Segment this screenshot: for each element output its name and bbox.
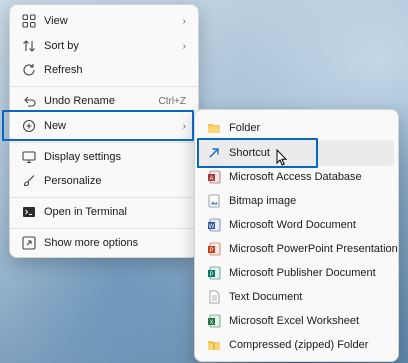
menu-separator	[10, 228, 198, 229]
menu-item-label: Display settings	[44, 151, 122, 163]
powerpoint-icon: P	[203, 238, 225, 260]
submenu-item-access[interactable]: A Microsoft Access Database	[199, 164, 394, 190]
terminal-icon	[18, 201, 40, 223]
submenu-item-shortcut[interactable]: Shortcut	[199, 140, 394, 166]
menu-item-label: Sort by	[44, 40, 79, 52]
submenu-item-label: Microsoft PowerPoint Presentation	[229, 243, 398, 255]
menu-item-refresh[interactable]: Refresh	[14, 57, 194, 83]
submenu-item-word[interactable]: W Microsoft Word Document	[199, 212, 394, 238]
zip-folder-icon	[203, 334, 225, 356]
brush-icon	[18, 170, 40, 192]
add-circle-icon	[18, 115, 40, 137]
menu-item-label: Personalize	[44, 175, 102, 187]
view-grid-icon	[18, 10, 40, 32]
menu-item-open-in-terminal[interactable]: Open in Terminal	[14, 199, 194, 225]
menu-separator	[10, 142, 198, 143]
submenu-item-powerpoint[interactable]: P Microsoft PowerPoint Presentation	[199, 236, 398, 262]
submenu-item-label: Bitmap image	[229, 195, 297, 207]
submenu-item-label: Shortcut	[229, 147, 270, 159]
menu-item-display-settings[interactable]: Display settings	[14, 144, 194, 170]
word-icon: W	[203, 214, 225, 236]
access-icon: A	[203, 166, 225, 188]
menu-item-show-more-options[interactable]: Show more options	[14, 230, 194, 256]
menu-item-label: Undo Rename	[44, 95, 115, 107]
menu-item-view[interactable]: View ›	[14, 8, 194, 34]
publisher-icon: P	[203, 262, 225, 284]
sort-icon	[18, 35, 40, 57]
submenu-item-text-document[interactable]: Text Document	[199, 284, 394, 310]
svg-text:X: X	[209, 320, 213, 326]
chevron-right-icon: ›	[182, 15, 186, 27]
svg-text:W: W	[209, 224, 215, 230]
display-icon	[18, 146, 40, 168]
shortcut-arrow-icon	[203, 142, 225, 164]
menu-item-undo-rename[interactable]: Undo Rename Ctrl+Z	[14, 88, 194, 114]
submenu-item-label: Text Document	[229, 291, 303, 303]
undo-icon	[18, 90, 40, 112]
submenu-item-zip-folder[interactable]: Compressed (zipped) Folder	[199, 332, 394, 358]
submenu-item-publisher[interactable]: P Microsoft Publisher Document	[199, 260, 394, 286]
submenu-item-label: Microsoft Publisher Document	[229, 267, 376, 279]
svg-text:P: P	[209, 248, 213, 254]
menu-item-label: Show more options	[44, 237, 139, 249]
menu-item-label: New	[44, 120, 67, 132]
chevron-right-icon: ›	[182, 40, 186, 52]
svg-text:P: P	[209, 272, 213, 278]
excel-icon: X	[203, 310, 225, 332]
folder-icon	[203, 117, 225, 139]
mouse-pointer-icon	[276, 148, 288, 169]
submenu-item-excel[interactable]: X Microsoft Excel Worksheet	[199, 308, 394, 334]
menu-item-sort-by[interactable]: Sort by ›	[14, 33, 194, 59]
refresh-icon	[18, 59, 40, 81]
submenu-item-folder[interactable]: Folder	[199, 115, 394, 141]
submenu-item-label: Microsoft Access Database	[229, 171, 362, 183]
menu-item-label: Open in Terminal	[44, 206, 127, 218]
new-submenu: Folder Shortcut A Microsoft Access Datab…	[194, 109, 399, 362]
submenu-item-bitmap[interactable]: Bitmap image	[199, 188, 394, 214]
submenu-item-label: Compressed (zipped) Folder	[229, 339, 369, 351]
bitmap-icon	[203, 190, 225, 212]
menu-separator	[10, 197, 198, 198]
menu-separator	[10, 86, 198, 87]
expand-icon	[18, 232, 40, 254]
desktop-context-menu: View › Sort by › Refresh Undo Rename Ctr…	[9, 4, 199, 258]
text-document-icon	[203, 286, 225, 308]
menu-item-label: View	[44, 15, 68, 27]
chevron-right-icon: ›	[182, 120, 186, 132]
shortcut-text: Ctrl+Z	[158, 95, 187, 107]
svg-text:A: A	[209, 176, 213, 182]
menu-item-new[interactable]: New ›	[14, 113, 194, 139]
menu-item-label: Refresh	[44, 64, 83, 76]
submenu-item-label: Folder	[229, 122, 261, 134]
submenu-item-label: Microsoft Word Document	[229, 219, 356, 231]
menu-item-personalize[interactable]: Personalize	[14, 168, 194, 194]
submenu-item-label: Microsoft Excel Worksheet	[229, 315, 360, 327]
